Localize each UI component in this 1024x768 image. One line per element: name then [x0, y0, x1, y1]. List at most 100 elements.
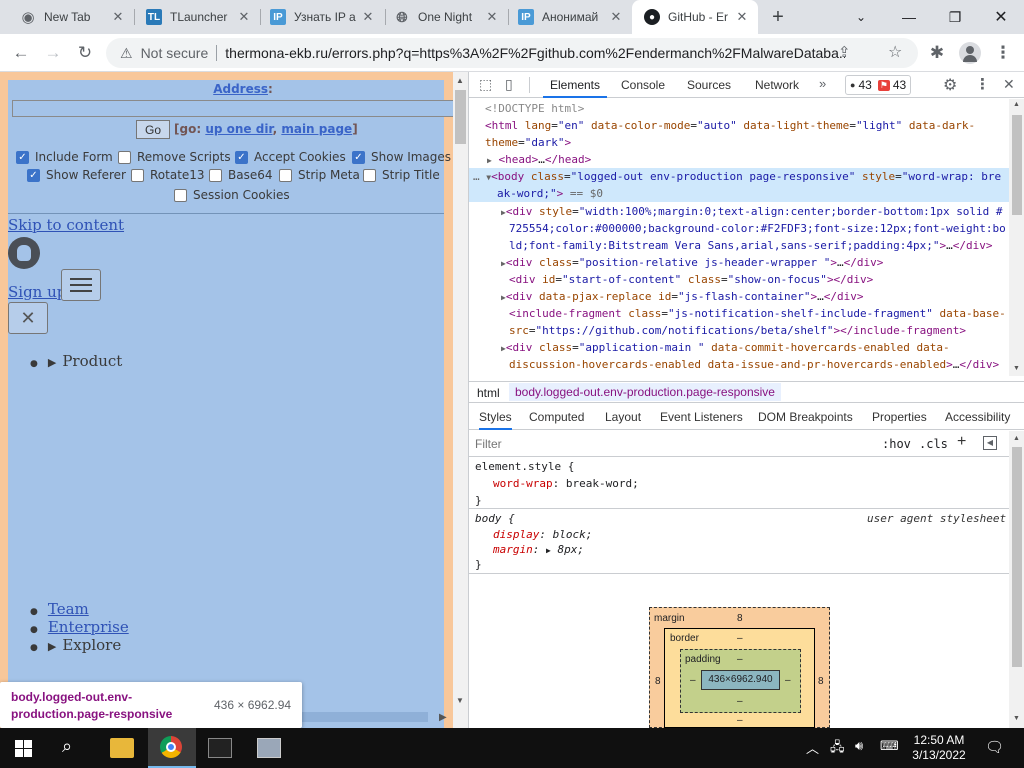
padding-left-value[interactable]: –	[690, 675, 696, 686]
main-page-link[interactable]: main page	[281, 122, 352, 136]
close-devtools-icon[interactable]: ✕	[1003, 76, 1015, 93]
share-icon[interactable]: ⇪	[838, 43, 851, 61]
style-rule-selector[interactable]: body {	[475, 510, 515, 527]
tab-network[interactable]: Network	[747, 72, 807, 98]
crumb-html[interactable]: html	[477, 386, 500, 400]
sign-up-link[interactable]: Sign up	[8, 283, 66, 301]
border-top-value[interactable]: –	[737, 633, 743, 644]
tab-github[interactable]: ● GitHub - Er ✕	[632, 0, 758, 34]
box-model-content[interactable]: 436×6962.940	[701, 670, 780, 690]
margin-top-value[interactable]: 8	[737, 613, 743, 624]
extensions-icon[interactable]: ✱	[924, 41, 950, 65]
explore-label[interactable]: Explore	[62, 636, 121, 654]
url-text[interactable]: thermona-ekb.ru/errors.php?q=https%3A%2F…	[225, 45, 845, 61]
checkbox-icon[interactable]	[131, 168, 144, 182]
clock[interactable]: 12:50 AM 3/13/2022	[904, 733, 974, 763]
skip-link[interactable]: Skip to content	[8, 216, 124, 234]
devtools-menu-icon[interactable]: ⋮	[975, 75, 990, 93]
scrollbar-thumb[interactable]	[455, 90, 466, 144]
styles-scrollbar[interactable]: ▲ ▼	[1009, 431, 1024, 728]
subtab-properties[interactable]: Properties	[872, 404, 927, 430]
device-toolbar-icon[interactable]: ▯	[505, 76, 513, 93]
flash-container-node[interactable]: ▶<div data-pjax-replace id="js-flash-con…	[501, 288, 864, 306]
tab-anonym[interactable]: IP Анонимай ✕	[498, 0, 632, 34]
option-show-images[interactable]: ✓ Show Images	[352, 150, 451, 164]
option-rotate13[interactable]: Rotate13	[131, 168, 205, 182]
close-menu-button[interactable]: ✕	[8, 302, 48, 334]
settings-gear-icon[interactable]: ⚙	[943, 75, 957, 95]
styles-filter-input[interactable]	[475, 435, 865, 453]
reload-icon[interactable]: ↻	[72, 41, 98, 65]
nav-team[interactable]: ● Team	[30, 600, 89, 618]
subtab-accessibility[interactable]: Accessibility	[945, 404, 1010, 430]
more-tabs-icon[interactable]: »	[819, 76, 826, 91]
checkbox-icon[interactable]	[279, 168, 292, 182]
cls-toggle[interactable]: .cls	[919, 437, 948, 451]
checkbox-checked-icon[interactable]: ✓	[16, 150, 29, 164]
tab-tlauncher[interactable]: TL TLauncher ✕	[126, 0, 260, 34]
css-property[interactable]: word-wrap	[493, 477, 553, 490]
style-rule-selector[interactable]: element.style {	[475, 458, 574, 475]
notification-icon[interactable]: 🗨︎	[985, 738, 1004, 756]
tab-search-icon[interactable]: ⌄	[838, 0, 884, 34]
chrome-taskbar-button[interactable]	[148, 728, 196, 768]
option-base64[interactable]: Base64	[209, 168, 273, 182]
option-strip-title[interactable]: Strip Title	[363, 168, 440, 182]
padding-right-value[interactable]: –	[785, 675, 791, 686]
back-icon[interactable]: ←	[8, 41, 34, 65]
horizontal-scrollbar-thumb[interactable]	[300, 712, 428, 722]
option-accept-cookies[interactable]: ✓ Accept Cookies	[235, 150, 346, 164]
scrollbar-thumb[interactable]	[1012, 115, 1022, 215]
subtab-event-listeners[interactable]: Event Listeners	[660, 404, 743, 430]
scroll-down-icon[interactable]: ▼	[456, 696, 464, 705]
box-model-margin[interactable]: margin 8 8 8 border – – padding – – – – …	[649, 607, 830, 728]
avatar[interactable]	[959, 42, 981, 64]
checkbox-icon[interactable]	[209, 168, 222, 182]
up-one-dir-link[interactable]: up one dir	[205, 122, 272, 136]
subtab-layout[interactable]: Layout	[605, 404, 641, 430]
bookmark-star-icon[interactable]: ☆	[888, 42, 902, 62]
application-main-node[interactable]: ▶<div class="application-main " data-com…	[501, 339, 950, 357]
hov-toggle[interactable]: :hov	[882, 437, 911, 451]
style-declaration[interactable]: word-wrap: break-word;	[493, 475, 639, 492]
close-icon[interactable]: ✕	[734, 9, 750, 25]
head-node[interactable]: ▶ <head>…</head>	[487, 151, 591, 169]
scroll-up-icon[interactable]: ▲	[456, 76, 464, 85]
minimize-button[interactable]: —	[886, 0, 932, 34]
margin-right-value[interactable]: 8	[818, 676, 824, 687]
doctype-node[interactable]: <!DOCTYPE html>	[485, 100, 584, 117]
file-explorer-icon[interactable]	[110, 738, 134, 758]
tray-chevron-icon[interactable]: ︿	[806, 738, 819, 757]
include-fragment-node[interactable]: <include-fragment class="js-notification…	[509, 305, 1006, 322]
checkbox-checked-icon[interactable]: ✓	[27, 168, 40, 182]
css-value[interactable]: 8px;	[557, 543, 584, 556]
new-tab-button[interactable]: +	[766, 5, 790, 29]
address-link[interactable]: Address	[213, 82, 268, 96]
scrollbar-thumb[interactable]	[1012, 447, 1022, 667]
restore-button[interactable]: ❐	[932, 0, 978, 34]
checkbox-icon[interactable]	[174, 188, 187, 202]
go-button[interactable]: Go	[136, 120, 170, 139]
toggle-sidebar-icon[interactable]: ◀	[983, 436, 997, 450]
scroll-up-icon[interactable]: ▲	[1013, 435, 1020, 442]
nav-enterprise[interactable]: ● Enterprise	[30, 618, 129, 636]
warning-icon[interactable]: ⚠	[120, 45, 133, 62]
box-model-border[interactable]: border – – padding – – – – 436×6962.940	[664, 628, 815, 728]
tab-elements[interactable]: Elements	[543, 72, 607, 98]
not-secure-label[interactable]: Not secure	[141, 45, 209, 61]
nav-explore[interactable]: ● ▶ Explore	[30, 636, 121, 654]
close-icon[interactable]: ✕	[608, 9, 624, 25]
nav-product[interactable]: ● ▶ Product	[30, 352, 122, 370]
hamburger-button[interactable]	[61, 269, 101, 301]
new-style-rule-icon[interactable]: +	[957, 433, 966, 451]
box-model-padding[interactable]: padding – – – – 436×6962.940	[680, 649, 801, 713]
padding-top-value[interactable]: –	[737, 654, 743, 665]
subtab-dom-breakpoints[interactable]: DOM Breakpoints	[758, 404, 853, 430]
option-include-form[interactable]: ✓ Include Form	[16, 150, 113, 164]
checkbox-checked-icon[interactable]: ✓	[235, 150, 248, 164]
checkbox-checked-icon[interactable]: ✓	[352, 150, 365, 164]
border-bottom-value[interactable]: –	[737, 715, 743, 726]
menu-icon[interactable]: ⋮	[990, 41, 1016, 65]
subtab-styles[interactable]: Styles	[479, 404, 512, 430]
tab-one-night[interactable]: 🌐︎ One Night ✕	[374, 0, 508, 34]
